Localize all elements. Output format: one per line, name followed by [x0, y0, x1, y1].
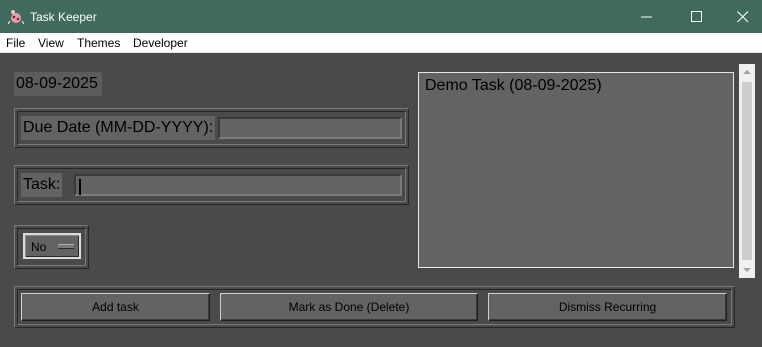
- menu-developer[interactable]: Developer: [133, 35, 188, 51]
- task-input[interactable]: [74, 174, 402, 196]
- minimize-button[interactable]: [624, 0, 670, 33]
- add-task-button[interactable]: Add task: [21, 293, 210, 321]
- scroll-down-button[interactable]: [739, 262, 755, 278]
- scroll-up-arrow-icon: [743, 70, 751, 74]
- close-icon: [737, 11, 749, 23]
- list-item[interactable]: Demo Task (08-09-2025): [425, 77, 602, 95]
- option-menu-indicator-icon: [58, 244, 74, 249]
- due-date-label: Due Date (MM-DD-YYYY):: [21, 116, 216, 140]
- title-bar[interactable]: Task Keeper: [0, 0, 762, 33]
- menu-view[interactable]: View: [38, 35, 64, 51]
- menu-themes[interactable]: Themes: [77, 35, 120, 51]
- text-cursor: [79, 179, 81, 195]
- task-list-scrollbar[interactable]: [739, 64, 755, 278]
- minimize-icon: [641, 16, 652, 18]
- menu-bar: File View Themes Developer: [0, 33, 762, 53]
- bug-app-icon: [7, 9, 25, 25]
- due-date-input[interactable]: [218, 117, 402, 139]
- task-frame: Task:: [14, 165, 409, 205]
- recurring-option-menu[interactable]: No: [23, 233, 81, 259]
- recurring-option-value: No: [31, 240, 47, 254]
- menu-file[interactable]: File: [6, 35, 25, 51]
- current-date-label: 08-09-2025: [14, 72, 102, 96]
- scroll-thumb[interactable]: [742, 82, 752, 260]
- scroll-up-button[interactable]: [739, 64, 755, 80]
- main-panel: 08-09-2025 Due Date (MM-DD-YYYY): Task: …: [0, 53, 762, 347]
- dismiss-recurring-button[interactable]: Dismiss Recurring: [488, 293, 727, 321]
- due-date-frame: Due Date (MM-DD-YYYY):: [14, 108, 409, 148]
- window-title: Task Keeper: [30, 10, 97, 24]
- mark-done-button[interactable]: Mark as Done (Delete): [220, 293, 478, 321]
- task-label: Task:: [21, 173, 63, 197]
- maximize-button[interactable]: [674, 0, 720, 33]
- close-button[interactable]: [720, 0, 762, 33]
- scroll-down-arrow-icon: [743, 268, 751, 272]
- maximize-icon: [691, 11, 702, 22]
- task-list[interactable]: Demo Task (08-09-2025): [418, 72, 734, 268]
